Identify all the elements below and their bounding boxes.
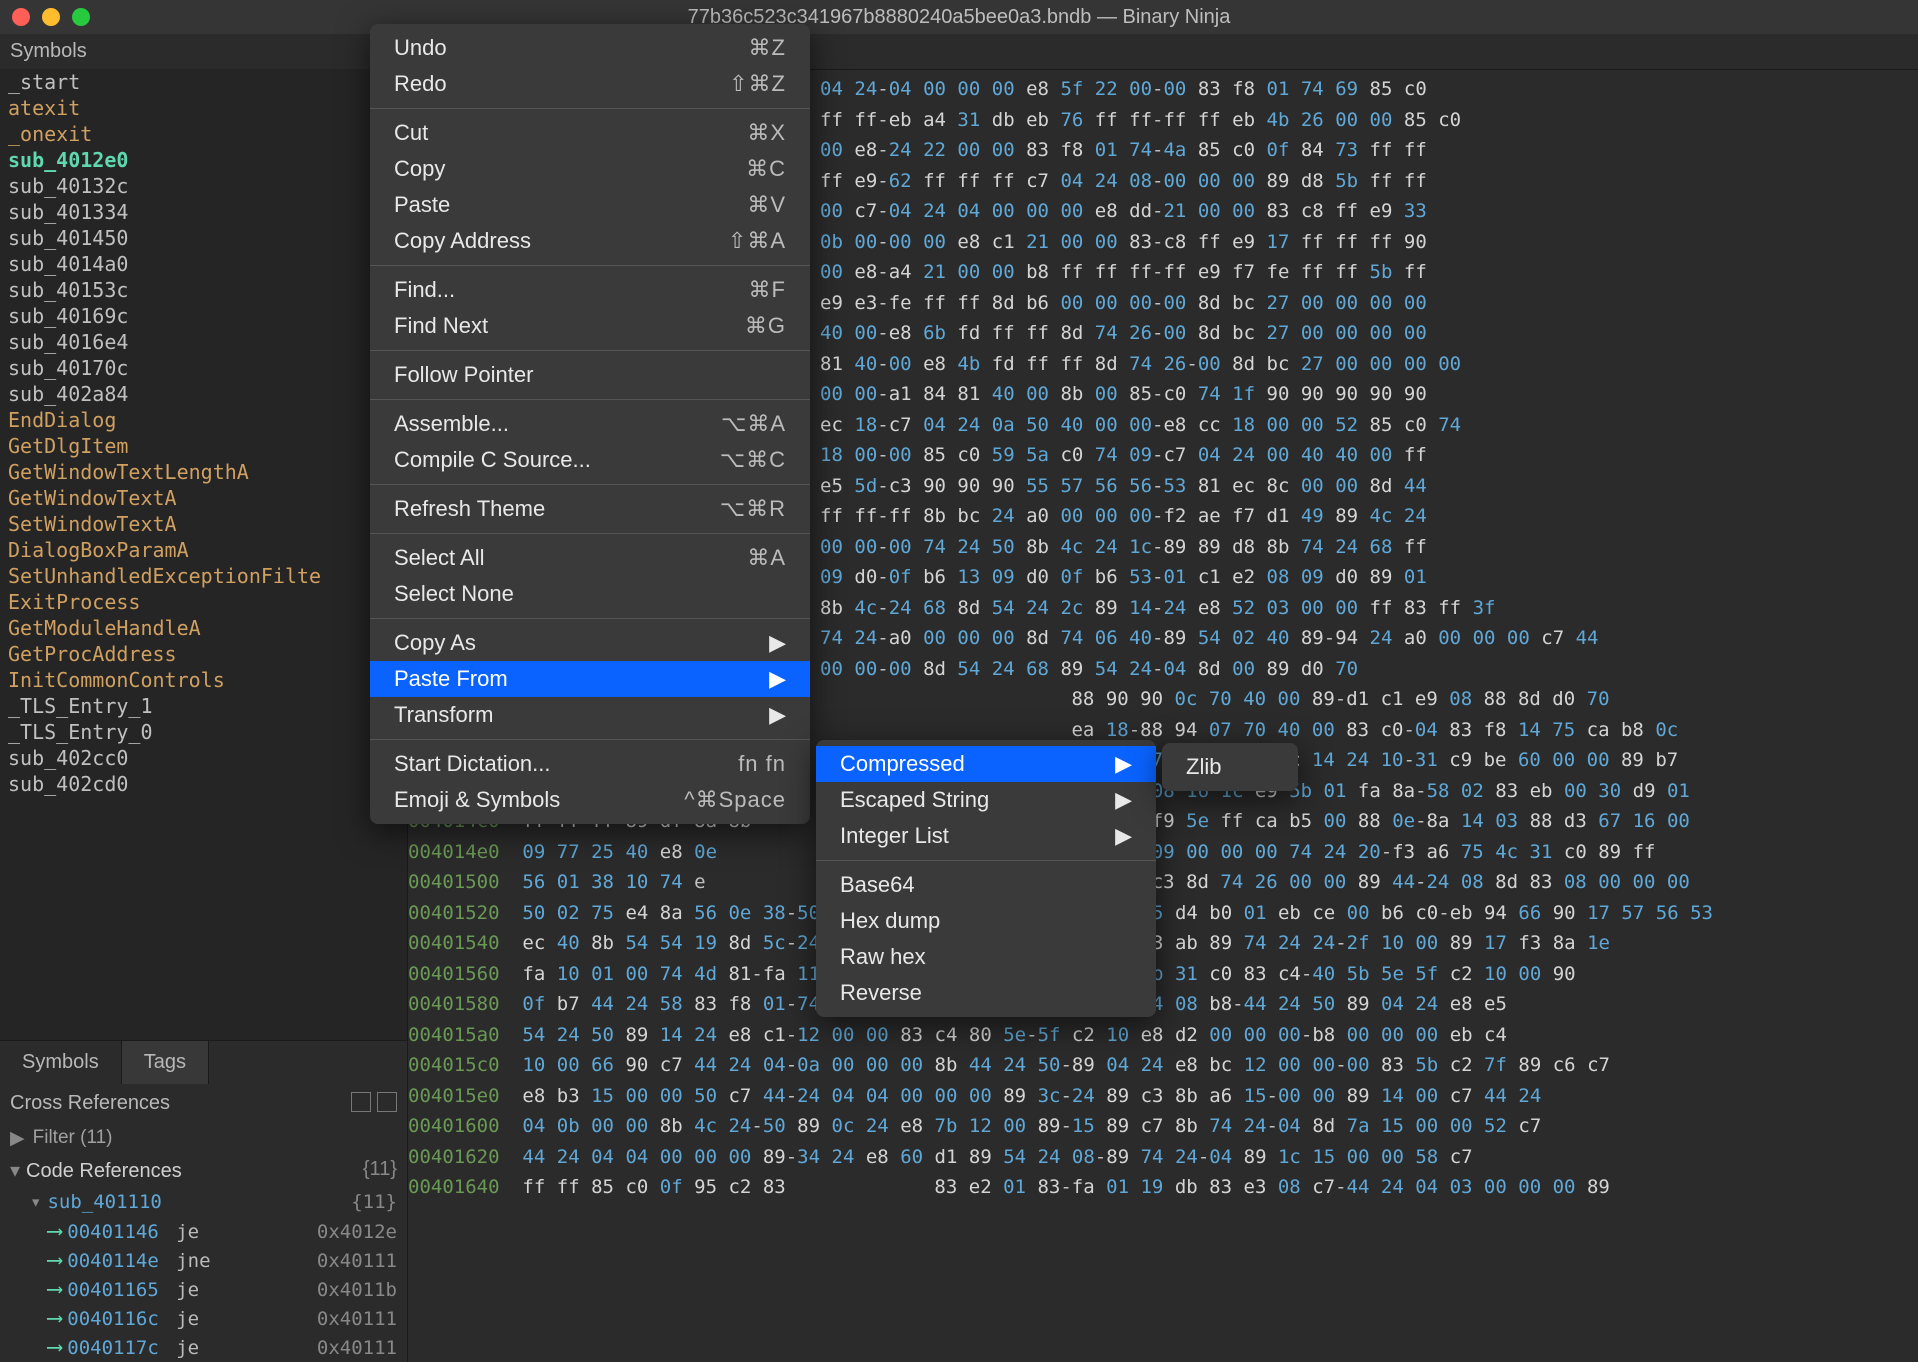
tab-symbols[interactable]: Symbols — [0, 1041, 122, 1084]
minimize-window[interactable] — [42, 8, 60, 26]
titlebar: 77b36c523c341967b8880240a5bee0a3.bndb — … — [0, 0, 1918, 34]
symbol-item[interactable]: sub_40170c — [0, 355, 407, 381]
arrow-icon: ⟶ — [48, 1219, 61, 1244]
menu-item[interactable]: Find Next⌘G — [370, 308, 810, 344]
menu-item[interactable]: Paste⌘V — [370, 187, 810, 223]
expand-icon: ▶ — [10, 1127, 25, 1150]
symbol-item[interactable]: DialogBoxParamA — [0, 537, 407, 563]
paste-from-submenu[interactable]: Compressed▶Escaped String▶Integer List▶ B… — [816, 740, 1156, 1017]
menu-item[interactable]: Redo⇧⌘Z — [370, 66, 810, 102]
close-window[interactable] — [12, 8, 30, 26]
symbol-item[interactable]: sub_40132c — [0, 173, 407, 199]
xref-line[interactable]: ⟶00401165 je0x4011b — [0, 1275, 407, 1304]
symbol-item[interactable]: GetDlgItem — [0, 433, 407, 459]
symbol-item[interactable]: sub_4014a0 — [0, 251, 407, 277]
cross-refs-icon-1[interactable] — [351, 1092, 371, 1112]
symbol-item[interactable]: ExitProcess — [0, 589, 407, 615]
xref-line[interactable]: ⟶0040114e jne0x40111 — [0, 1246, 407, 1275]
symbols-header: Symbols — [0, 34, 407, 69]
symbol-item[interactable]: sub_402cc0 — [0, 745, 407, 771]
cross-refs-icon-2[interactable] — [377, 1092, 397, 1112]
symbol-item[interactable]: _TLS_Entry_1 — [0, 693, 407, 719]
symbol-item[interactable]: GetModuleHandleA — [0, 615, 407, 641]
symbol-item[interactable]: sub_402cd0 — [0, 771, 407, 797]
arrow-icon: ⟶ — [48, 1277, 61, 1302]
window-controls — [12, 8, 90, 26]
symbol-item[interactable]: sub_402a84 — [0, 381, 407, 407]
xref-line[interactable]: ⟶0040116c je0x40111 — [0, 1304, 407, 1333]
symbols-list[interactable]: _startatexit_onexitsub_4012e0sub_40132cs… — [0, 69, 407, 1040]
menu-item[interactable]: Hex dump — [816, 903, 1156, 939]
cross-refs-title: Cross References — [10, 1092, 170, 1115]
menu-item[interactable]: Transform▶ — [370, 697, 810, 733]
xref-line[interactable]: ⟶00401146 je0x4012e — [0, 1217, 407, 1246]
symbol-item[interactable]: EndDialog — [0, 407, 407, 433]
menu-item[interactable]: Reverse — [816, 975, 1156, 1011]
menu-item[interactable]: Paste From▶ — [370, 661, 810, 697]
menu-item[interactable]: Cut⌘X — [370, 115, 810, 151]
filter-label: Filter (11) — [33, 1127, 113, 1150]
symbol-item[interactable]: sub_40169c — [0, 303, 407, 329]
compressed-submenu[interactable]: Zlib — [1162, 743, 1298, 791]
menu-item[interactable]: Escaped String▶ — [816, 782, 1156, 818]
menu-item[interactable]: Start Dictation...fn fn — [370, 746, 810, 782]
arrow-icon: ⟶ — [48, 1335, 61, 1360]
filter-row[interactable]: ▶ Filter (11) — [0, 1123, 407, 1154]
menu-item[interactable]: Undo⌘Z — [370, 30, 810, 66]
arrow-icon: ⟶ — [48, 1306, 61, 1331]
menu-item[interactable]: Zlib — [1162, 749, 1298, 785]
symbol-item[interactable]: GetWindowTextA — [0, 485, 407, 511]
menu-item[interactable]: Compile C Source...⌥⌘C — [370, 442, 810, 478]
menu-item[interactable]: Copy Address⇧⌘A — [370, 223, 810, 259]
menu-item[interactable]: Emoji & Symbols^⌘Space — [370, 782, 810, 818]
menu-item[interactable]: Copy As▶ — [370, 625, 810, 661]
menu-item[interactable]: Compressed▶ — [816, 746, 1156, 782]
symbol-item[interactable]: atexit — [0, 95, 407, 121]
xref-line[interactable]: ⟶0040117c je0x40111 — [0, 1333, 407, 1362]
symbol-item[interactable]: InitCommonControls — [0, 667, 407, 693]
symbol-item[interactable]: sub_40153c — [0, 277, 407, 303]
menu-item[interactable]: Select None — [370, 576, 810, 612]
symbol-item[interactable]: _onexit — [0, 121, 407, 147]
context-menu[interactable]: Undo⌘ZRedo⇧⌘Z Cut⌘XCopy⌘CPaste⌘VCopy Addr… — [370, 24, 810, 824]
left-sidebar: Symbols _startatexit_onexitsub_4012e0sub… — [0, 34, 408, 1362]
symbol-item[interactable]: _TLS_Entry_0 — [0, 719, 407, 745]
symbol-item[interactable]: sub_4016e4 — [0, 329, 407, 355]
symbol-item[interactable]: GetWindowTextLengthA — [0, 459, 407, 485]
menu-item[interactable]: Integer List▶ — [816, 818, 1156, 854]
ref-function[interactable]: ▾sub_401110 {11} — [0, 1187, 407, 1217]
symbol-item[interactable]: sub_401450 — [0, 225, 407, 251]
menu-item[interactable]: Find...⌘F — [370, 272, 810, 308]
maximize-window[interactable] — [72, 8, 90, 26]
menu-item[interactable]: Base64 — [816, 867, 1156, 903]
symbol-item[interactable]: GetProcAddress — [0, 641, 407, 667]
menu-item[interactable]: Follow Pointer — [370, 357, 810, 393]
menu-item[interactable]: Assemble...⌥⌘A — [370, 406, 810, 442]
symbol-item[interactable]: sub_4012e0 — [0, 147, 407, 173]
menu-item[interactable]: Copy⌘C — [370, 151, 810, 187]
symbol-item[interactable]: sub_401334 — [0, 199, 407, 225]
symbol-item[interactable]: SetWindowTextA — [0, 511, 407, 537]
menu-item[interactable]: Refresh Theme⌥⌘R — [370, 491, 810, 527]
cross-references-panel: Cross References ▶ Filter (11) ▾Code Ref… — [0, 1084, 407, 1362]
menu-item[interactable]: Raw hex — [816, 939, 1156, 975]
menu-item[interactable]: Select All⌘A — [370, 540, 810, 576]
tab-tags[interactable]: Tags — [122, 1041, 209, 1084]
symbol-item[interactable]: SetUnhandledExceptionFilte — [0, 563, 407, 589]
code-refs-header[interactable]: ▾Code References {11} — [0, 1154, 407, 1187]
arrow-icon: ⟶ — [48, 1248, 61, 1273]
sidebar-tabs: Symbols Tags — [0, 1040, 407, 1084]
symbol-item[interactable]: _start — [0, 69, 407, 95]
